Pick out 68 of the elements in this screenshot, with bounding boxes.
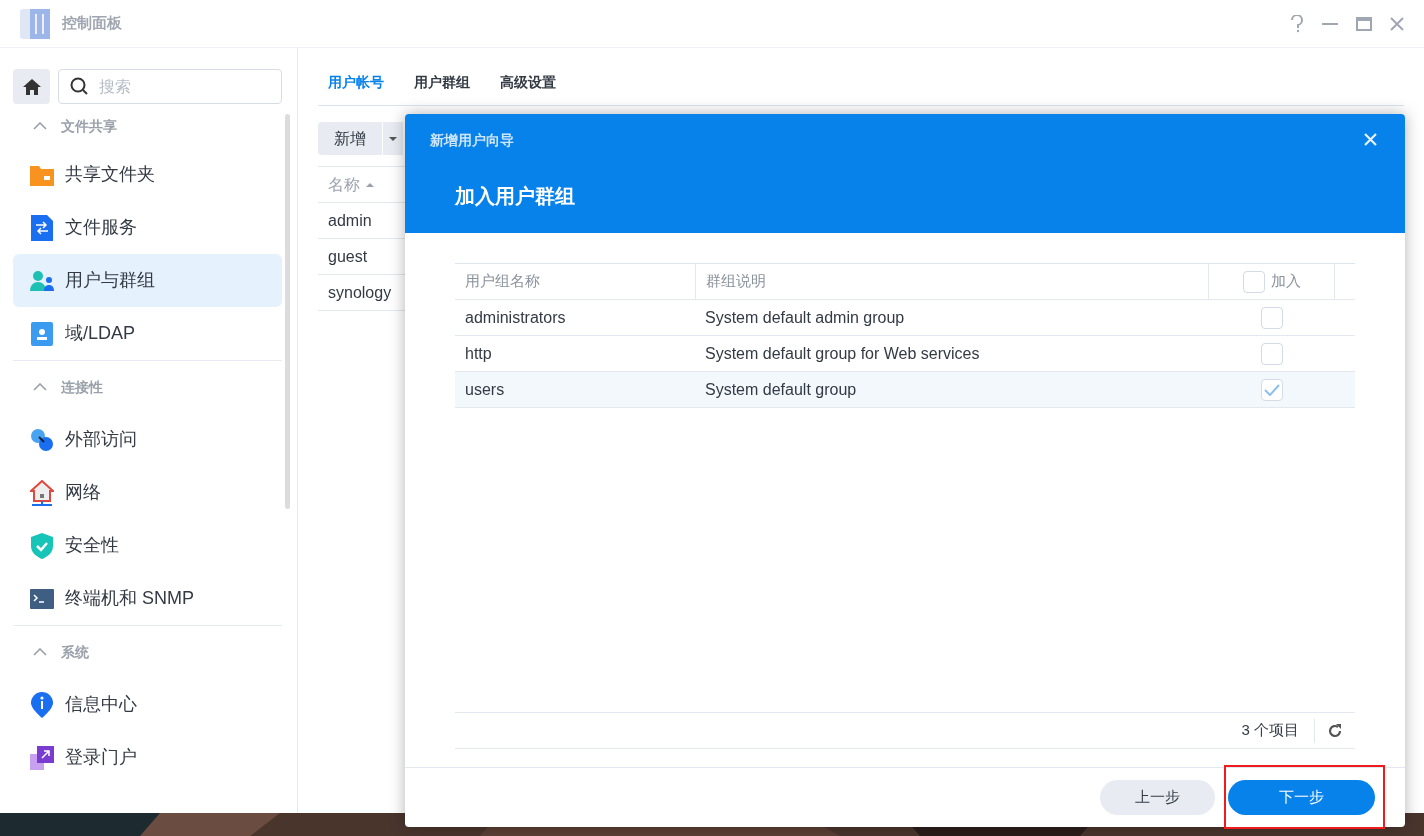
checkbox[interactable] — [1260, 342, 1283, 365]
section-header: 连接性 — [61, 377, 103, 397]
collapse-icon[interactable] — [33, 383, 47, 391]
sidebar-item[interactable]: 终端机和 SNMP — [13, 572, 282, 625]
column-header: 用户组名称 — [465, 271, 540, 292]
terminal-icon — [30, 588, 54, 609]
sidebar-item[interactable]: 域/LDAP — [13, 307, 282, 360]
contact-card-icon — [31, 321, 53, 346]
refresh-icon[interactable] — [1327, 722, 1343, 739]
app-icon — [20, 8, 50, 39]
minimize-icon[interactable] — [1322, 22, 1338, 25]
home-button[interactable] — [13, 69, 50, 104]
add-button[interactable]: 新增 — [318, 122, 382, 155]
tab[interactable]: 用户帐号 — [328, 68, 384, 96]
checkbox[interactable] — [1260, 306, 1283, 329]
column-header: 加入 — [1270, 271, 1301, 292]
dropdown-button[interactable] — [383, 122, 403, 155]
checkbox[interactable] — [1242, 270, 1265, 293]
table-cell-text: System default admin group — [705, 307, 905, 328]
caret-icon — [389, 136, 397, 141]
users-icon — [30, 269, 54, 292]
close-icon[interactable] — [1390, 16, 1404, 31]
column-header: 群组说明 — [706, 271, 766, 292]
table-cell-text: System default group for Web services — [705, 343, 980, 364]
maximize-icon[interactable] — [1356, 16, 1372, 31]
item-count: 3 个项目 — [1241, 720, 1300, 741]
info-icon — [31, 691, 53, 718]
sidebar-item[interactable]: 登录门户 — [13, 731, 282, 784]
file-transfer-icon — [31, 214, 53, 241]
search-icon — [70, 77, 88, 95]
sidebar-item[interactable]: 网络 — [13, 466, 282, 519]
house-icon — [30, 479, 54, 506]
table-cell-text: administrators — [465, 307, 566, 328]
collapse-icon[interactable] — [33, 648, 47, 656]
table-cell-text: guest — [328, 246, 368, 267]
portal-icon — [30, 745, 54, 770]
collapse-icon[interactable] — [33, 122, 47, 130]
table-cell-text: users — [465, 379, 505, 400]
home-icon — [21, 77, 42, 96]
tab[interactable]: 高级设置 — [500, 68, 556, 96]
sidebar-item[interactable]: 安全性 — [13, 519, 282, 572]
table-row[interactable]: administrators System default admin group — [455, 300, 1355, 336]
sidebar-item[interactable]: 用户与群组 — [13, 254, 282, 307]
table-row[interactable]: users System default group — [455, 372, 1355, 408]
table-cell-text: System default group — [705, 379, 857, 400]
window-title: 控制面板 — [62, 13, 122, 34]
next-button[interactable]: 下一步 — [1228, 780, 1375, 815]
section-header: 文件共享 — [61, 116, 117, 136]
sidebar-item[interactable]: 共享文件夹 — [13, 148, 282, 201]
tab[interactable]: 用户群组 — [414, 68, 470, 96]
help-icon[interactable] — [1290, 14, 1304, 33]
link-icon — [30, 427, 54, 452]
folder-icon — [30, 163, 54, 186]
search-field[interactable]: 搜索 — [58, 69, 282, 104]
table-cell-text: http — [465, 343, 492, 364]
table-cell-text: admin — [328, 210, 372, 231]
step-title: 加入用户群组 — [455, 184, 575, 209]
sidebar-item[interactable]: 信息中心 — [13, 678, 282, 731]
shield-icon — [31, 532, 53, 559]
sort-icon — [366, 182, 374, 187]
dialog-title: 新增用户向导 — [430, 131, 514, 150]
sidebar-item[interactable]: 文件服务 — [13, 201, 282, 254]
check-icon — [1263, 383, 1280, 396]
section-header: 系统 — [61, 642, 89, 662]
checkbox[interactable] — [1260, 378, 1283, 401]
table-cell-text: synology — [328, 282, 392, 303]
back-button[interactable]: 上一步 — [1100, 780, 1215, 815]
sidebar-item[interactable]: 外部访问 — [13, 413, 282, 466]
